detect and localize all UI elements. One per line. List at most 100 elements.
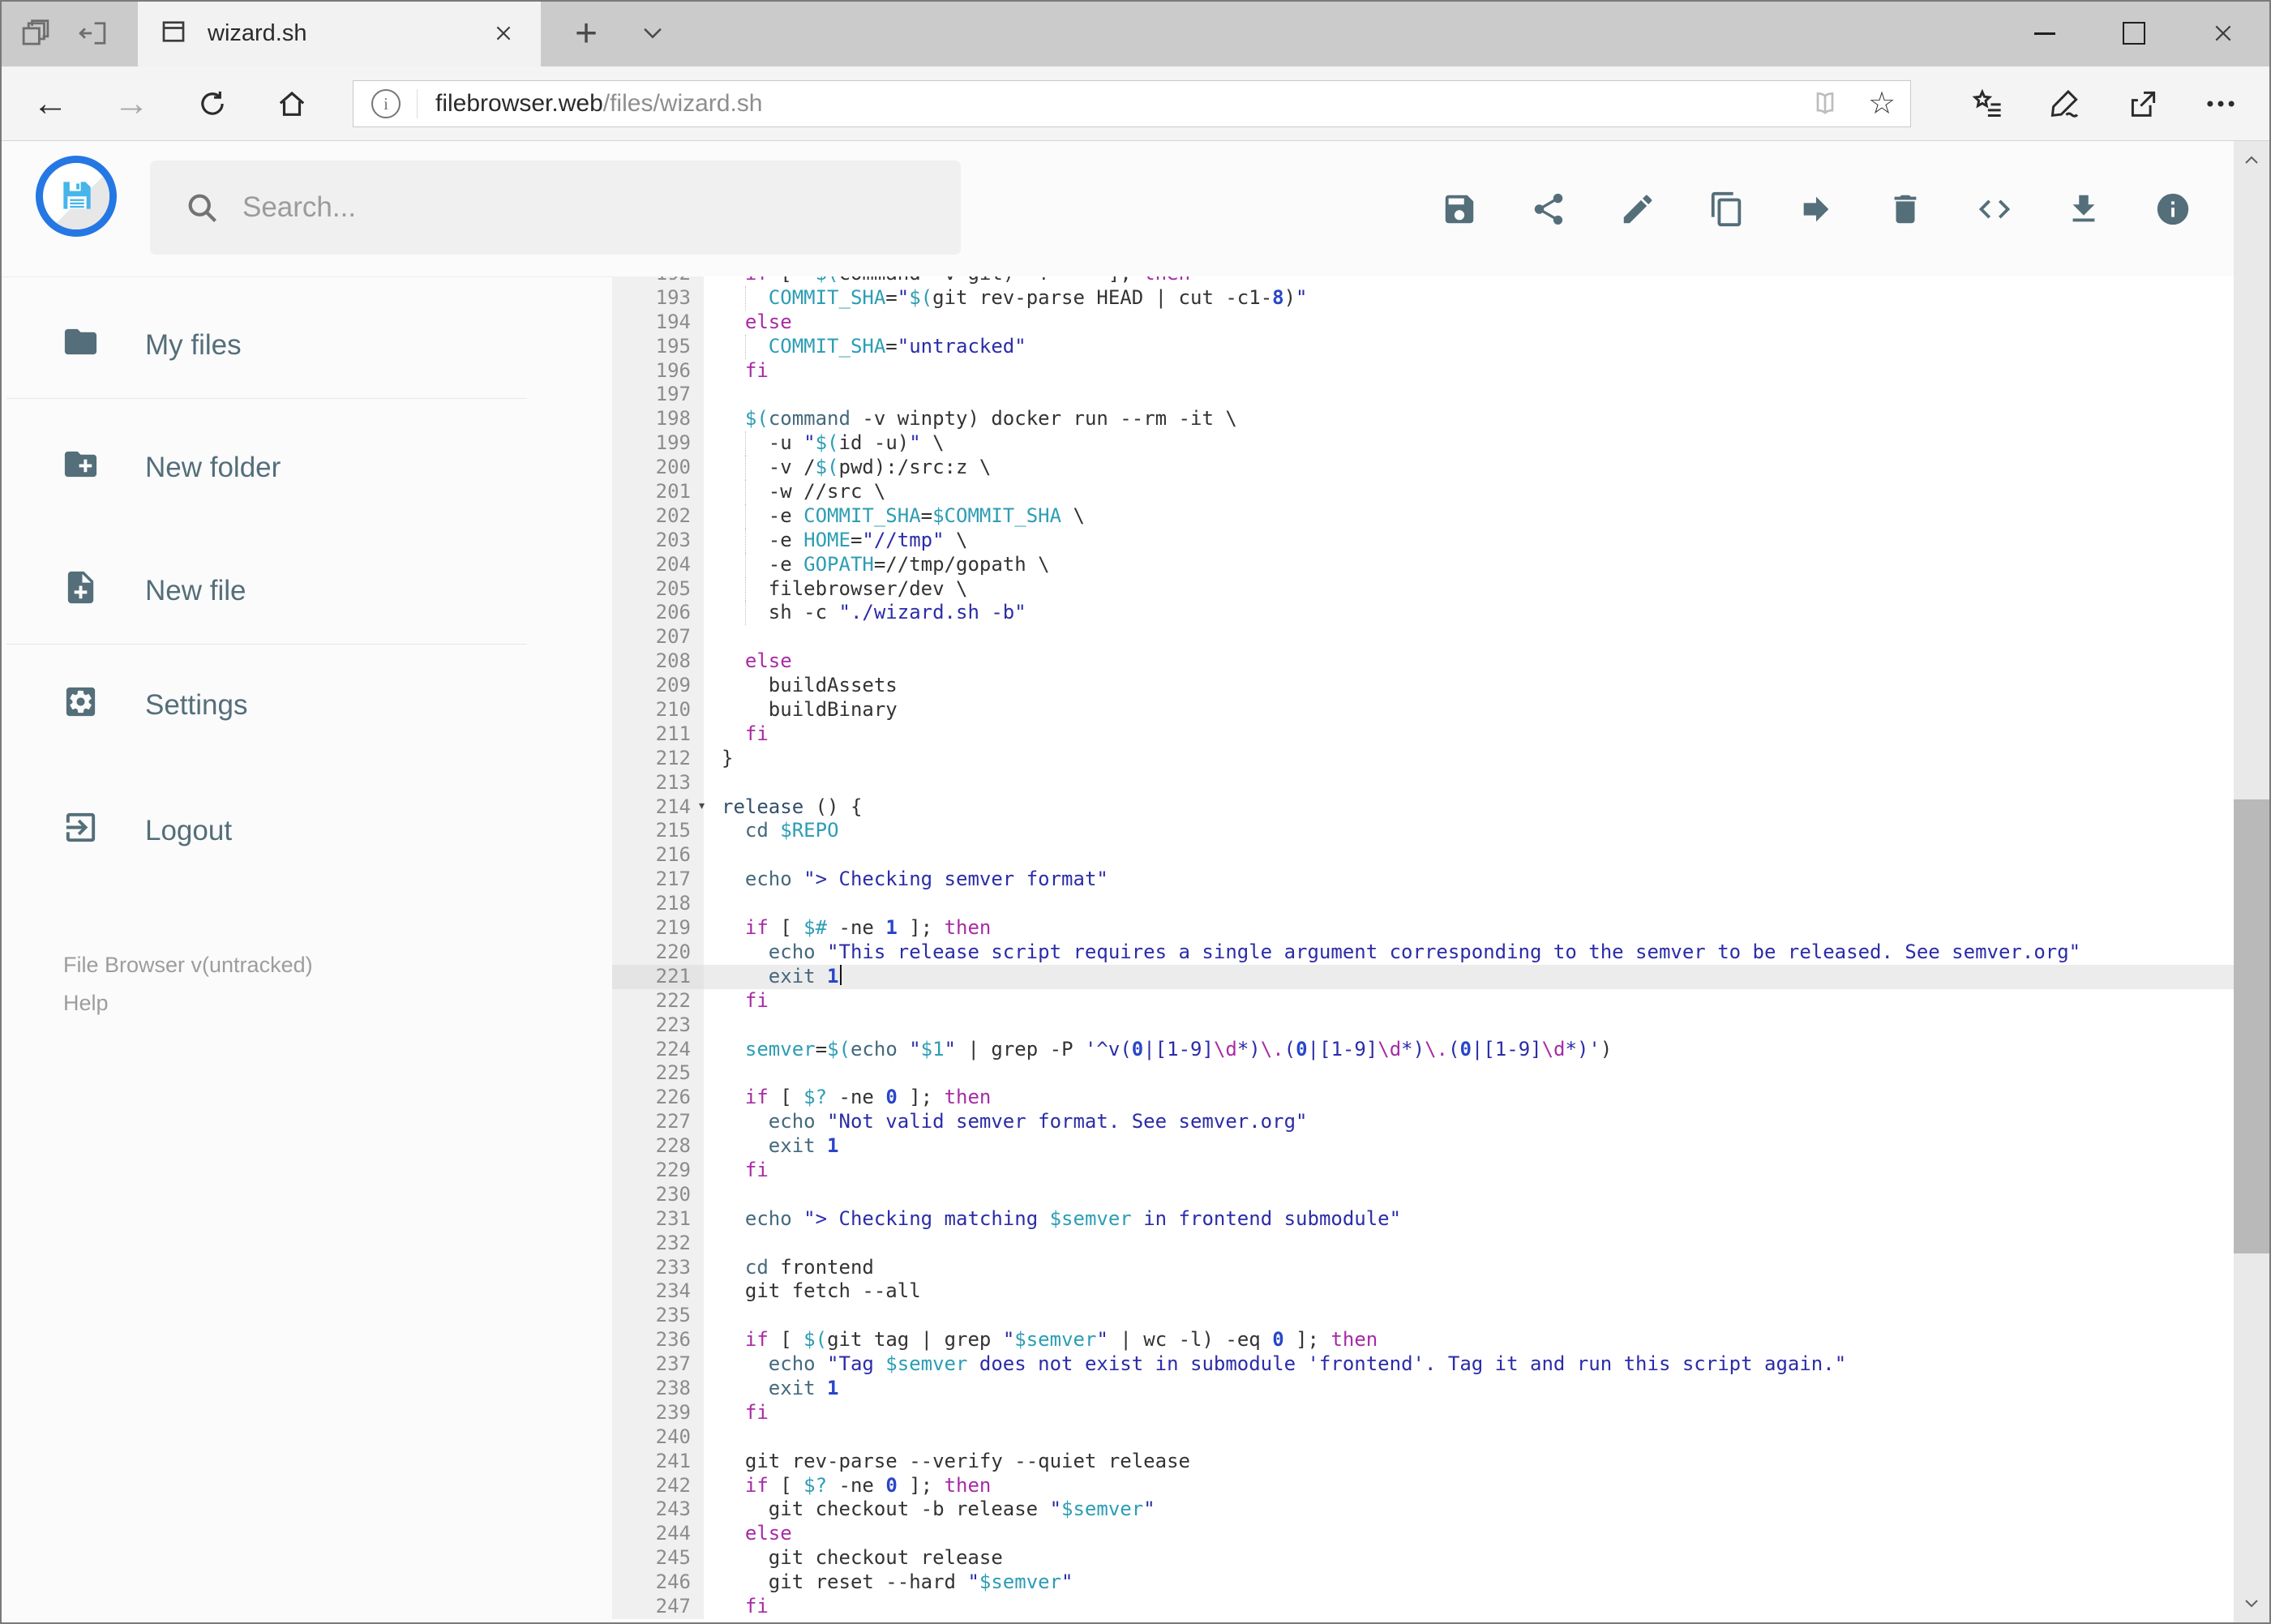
code-line-219[interactable]: 219 if [ $# -ne 1 ]; then xyxy=(612,916,2234,941)
code-text[interactable]: fi xyxy=(704,989,2234,1013)
code-text[interactable]: if [ $? -ne 0 ]; then xyxy=(704,1086,2234,1110)
code-line-206[interactable]: 206 sh -c "./wizard.sh -b" xyxy=(612,601,2234,626)
code-line-234[interactable]: 234 git fetch --all xyxy=(612,1279,2234,1305)
code-line-233[interactable]: 233 cd frontend xyxy=(612,1255,2234,1280)
code-text[interactable]: echo "Not valid semver format. See semve… xyxy=(704,1110,2234,1134)
code-line-224[interactable]: 224 semver=$(echo "$1" | grep -P '^v(0|[… xyxy=(612,1037,2234,1062)
code-text[interactable]: if [ "$(command -v git)" != "" ]; then xyxy=(704,276,2234,286)
sidebar-item-new-folder[interactable]: New folder xyxy=(0,423,612,512)
code-text[interactable] xyxy=(704,1304,2234,1328)
code-line-230[interactable]: 230 xyxy=(612,1182,2234,1207)
code-text[interactable]: semver=$(echo "$1" | grep -P '^v(0|[1-9]… xyxy=(704,1038,2234,1062)
code-text[interactable]: COMMIT_SHA="untracked" xyxy=(704,334,2234,359)
sidebar-item-logout[interactable]: Logout xyxy=(0,786,612,876)
code-text[interactable]: -e COMMIT_SHA=$COMMIT_SHA \ xyxy=(704,503,2234,529)
code-line-246[interactable]: 246 git reset --hard "$semver" xyxy=(612,1570,2234,1595)
code-text[interactable]: else xyxy=(704,1522,2234,1546)
code-line-227[interactable]: 227 echo "Not valid semver format. See s… xyxy=(612,1110,2234,1135)
code-line-208[interactable]: 208 else xyxy=(612,649,2234,675)
browser-tab[interactable]: wizard.sh xyxy=(138,0,541,66)
code-line-236[interactable]: 236 if [ $(git tag | grep "$semver" | wc… xyxy=(612,1328,2234,1353)
code-line-201[interactable]: 201 -w //src \ xyxy=(612,480,2234,504)
code-line-241[interactable]: 241 git rev-parse --verify --quiet relea… xyxy=(612,1449,2234,1474)
code-line-198[interactable]: 198 $(command -v winpty) docker run --rm… xyxy=(612,407,2234,432)
code-text[interactable] xyxy=(704,771,2234,795)
code-text[interactable]: fi xyxy=(704,1595,2234,1619)
code-text[interactable] xyxy=(704,625,2234,649)
scroll-down-icon[interactable] xyxy=(2234,1583,2269,1622)
code-line-221[interactable]: 221 exit 1 xyxy=(612,964,2234,989)
code-line-231[interactable]: 231 echo "> Checking matching $semver in… xyxy=(612,1206,2234,1232)
code-line-242[interactable]: 242 if [ $? -ne 0 ]; then xyxy=(612,1473,2234,1498)
code-text[interactable] xyxy=(704,1061,2234,1086)
code-line-200[interactable]: 200 -v /$(pwd):/src:z \ xyxy=(612,456,2234,481)
code-text[interactable]: fi xyxy=(704,359,2234,384)
code-line-204[interactable]: 204 -e GOPATH=//tmp/gopath \ xyxy=(612,552,2234,577)
code-line-232[interactable]: 232 xyxy=(612,1231,2234,1256)
download-button[interactable] xyxy=(2065,191,2102,228)
code-text[interactable]: sh -c "./wizard.sh -b" xyxy=(704,601,2234,626)
code-line-207[interactable]: 207 xyxy=(612,625,2234,650)
more-icon[interactable] xyxy=(2182,66,2260,140)
web-note-icon[interactable] xyxy=(2026,66,2104,140)
code-text[interactable]: exit 1 xyxy=(704,1377,2234,1401)
browser-scrollbar[interactable] xyxy=(2234,141,2269,1622)
code-text[interactable]: fi xyxy=(704,1401,2234,1425)
code-text[interactable]: cd frontend xyxy=(704,1256,2234,1280)
code-text[interactable]: git fetch --all xyxy=(704,1279,2234,1304)
scrollbar-thumb[interactable] xyxy=(2234,799,2269,1253)
share-icon[interactable] xyxy=(2104,66,2182,140)
code-line-226[interactable]: 226 if [ $? -ne 0 ]; then xyxy=(612,1086,2234,1111)
code-text[interactable]: echo "This release script requires a sin… xyxy=(704,941,2234,965)
save-button[interactable] xyxy=(1441,191,1478,228)
code-line-220[interactable]: 220 echo "This release script requires a… xyxy=(612,940,2234,965)
code-line-214[interactable]: 214 ▾ release () { xyxy=(612,795,2234,820)
code-text[interactable] xyxy=(704,892,2234,916)
address-bar[interactable]: i filebrowser.web/files/wizard.sh ☆ xyxy=(353,80,1911,127)
window-minimize-button[interactable] xyxy=(2000,0,2089,66)
share-button[interactable] xyxy=(1530,191,1567,228)
code-text[interactable]: git checkout -b release "$semver" xyxy=(704,1498,2234,1522)
copy-button[interactable] xyxy=(1708,191,1746,228)
code-text[interactable]: echo "> Checking matching $semver in fro… xyxy=(704,1207,2234,1232)
favorites-hub-icon[interactable] xyxy=(1948,66,2026,140)
code-line-210[interactable]: 210 buildBinary xyxy=(612,698,2234,722)
code-line-209[interactable]: 209 buildAssets xyxy=(612,674,2234,699)
code-line-239[interactable]: 239 fi xyxy=(612,1400,2234,1425)
code-text[interactable]: if [ $? -ne 0 ]; then xyxy=(704,1474,2234,1498)
code-text[interactable]: git reset --hard "$semver" xyxy=(704,1570,2234,1595)
code-editor[interactable]: 192 if [ "$(command -v git)" != "" ]; th… xyxy=(612,276,2234,1624)
code-text[interactable]: filebrowser/dev \ xyxy=(704,576,2234,602)
code-text[interactable] xyxy=(704,1425,2234,1450)
code-text[interactable]: buildAssets xyxy=(704,674,2234,698)
code-line-222[interactable]: 222 fi xyxy=(612,988,2234,1013)
code-text[interactable]: if [ $(git tag | grep "$semver" | wc -l)… xyxy=(704,1328,2234,1352)
code-text[interactable]: echo "> Checking semver format" xyxy=(704,868,2234,892)
forward-button[interactable]: → xyxy=(101,66,162,140)
site-info-icon[interactable]: i xyxy=(371,89,401,118)
window-maximize-button[interactable] xyxy=(2089,0,2179,66)
code-line-202[interactable]: 202 -e COMMIT_SHA=$COMMIT_SHA \ xyxy=(612,503,2234,529)
help-link[interactable]: Help xyxy=(63,991,112,1016)
code-line-218[interactable]: 218 xyxy=(612,892,2234,917)
code-line-195[interactable]: 195 COMMIT_SHA="untracked" xyxy=(612,334,2234,359)
window-close-button[interactable] xyxy=(2179,0,2268,66)
code-line-212[interactable]: 212} xyxy=(612,746,2234,771)
rename-button[interactable] xyxy=(1619,191,1656,228)
code-line-193[interactable]: 193 COMMIT_SHA="$(git rev-parse HEAD | c… xyxy=(612,285,2234,311)
code-text[interactable] xyxy=(704,1013,2234,1038)
back-button[interactable]: ← xyxy=(19,66,81,140)
code-line-225[interactable]: 225 xyxy=(612,1061,2234,1086)
source-button[interactable] xyxy=(1976,191,2013,228)
code-line-213[interactable]: 213 xyxy=(612,770,2234,795)
code-line-194[interactable]: 194 else xyxy=(612,310,2234,335)
code-text[interactable]: fi xyxy=(704,1159,2234,1183)
refresh-icon[interactable] xyxy=(182,66,243,140)
code-line-197[interactable]: 197 xyxy=(612,383,2234,408)
code-text[interactable]: else xyxy=(704,311,2234,335)
code-text[interactable] xyxy=(704,1232,2234,1256)
sidebar-item-new-file[interactable]: New file xyxy=(0,546,612,636)
code-text[interactable] xyxy=(704,1183,2234,1207)
code-line-192[interactable]: 192 if [ "$(command -v git)" != "" ]; th… xyxy=(612,276,2234,286)
code-line-237[interactable]: 237 echo "Tag $semver does not exist in … xyxy=(612,1352,2234,1377)
